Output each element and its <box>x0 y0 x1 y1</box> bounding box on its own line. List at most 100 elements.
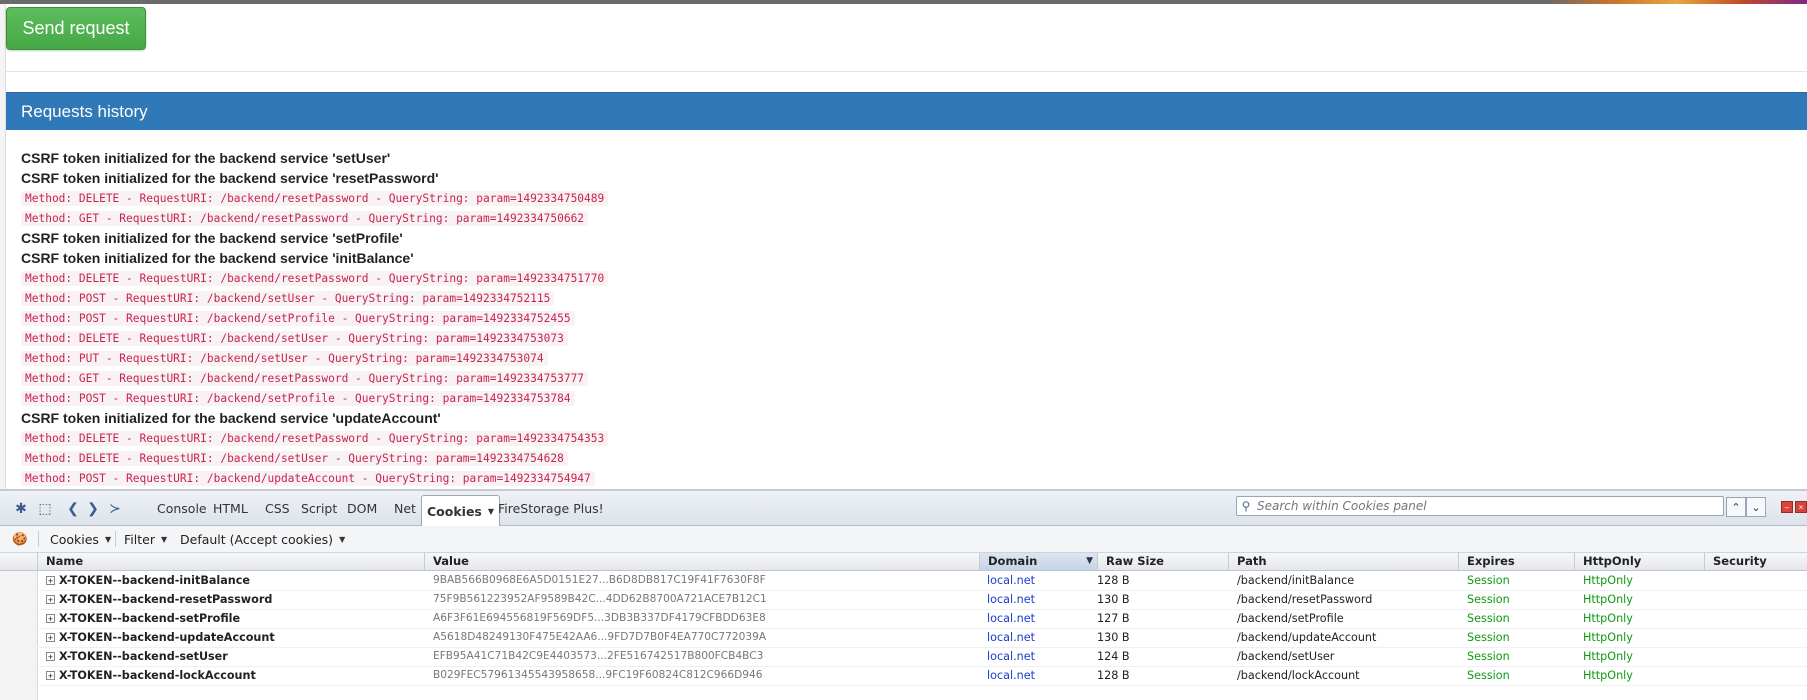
cookie-size-cell: 127 B <box>1097 612 1130 625</box>
expand-row-icon[interactable]: + <box>46 614 55 624</box>
request-log-entry: Method: GET - RequestURI: /backend/reset… <box>21 208 1807 228</box>
cookie-value-cell: 75F9B561223952AF9589B42C...4DD62B8700A72… <box>433 593 767 605</box>
cookie-jar-icon[interactable]: 🍪 <box>12 530 28 548</box>
tab-label: Cookies <box>427 503 482 519</box>
column-header-name[interactable]: Name <box>37 553 424 570</box>
cookie-name-cell: X-TOKEN--backend-setProfile <box>59 612 241 625</box>
close-icon: × <box>1798 502 1804 512</box>
tab-label: Net <box>394 501 416 516</box>
cookie-security-cell <box>1713 666 1806 685</box>
tab-css[interactable]: CSS <box>260 498 295 519</box>
tab-dom[interactable]: DOM <box>342 498 382 519</box>
column-header-label: Name <box>46 554 84 568</box>
cookies-search-box[interactable]: ⚲ <box>1236 496 1724 516</box>
tab-cookies[interactable]: Cookies ▼ <box>421 495 501 526</box>
cookies-menu[interactable]: Cookies ▼ <box>50 530 111 548</box>
cookie-value-cell: EFB95A41C71B42C9E4403573...2FE516742517B… <box>433 650 764 662</box>
cookie-path-cell: /backend/initBalance <box>1237 574 1355 587</box>
cookies-subtoolbar: 🍪 Cookies ▼ Filter ▼ Default (Accept cooki… <box>0 526 1807 553</box>
search-next-button[interactable]: ⌄ <box>1746 497 1766 517</box>
expand-row-icon[interactable]: + <box>46 633 55 643</box>
request-log-entry: Method: DELETE - RequestURI: /backend/re… <box>21 268 1807 288</box>
cookie-name-cell: X-TOKEN--backend-resetPassword <box>59 593 273 606</box>
minimize-panel-button[interactable]: – <box>1781 501 1793 513</box>
expand-row-icon[interactable]: + <box>46 671 55 681</box>
firebug-panel: ⚲ ⌃ ⌄ – × ✱ ⬚ ❮❯≻ Console HTML CSS Script DOM Ne… <box>0 489 1807 700</box>
cookie-security-cell <box>1713 628 1806 647</box>
cookies-search-input[interactable] <box>1255 498 1723 514</box>
tab-label: HTML <box>213 501 248 516</box>
firebug-menu-icon[interactable]: ✱ <box>12 500 30 516</box>
expand-row-icon[interactable]: + <box>46 576 55 586</box>
request-log-text: Method: DELETE - RequestURI: /backend/re… <box>21 270 609 286</box>
cookie-row[interactable]: + X-TOKEN--backend-updateAccount A5618D482… <box>0 628 1807 648</box>
cookie-httponly-cell: HttpOnly <box>1583 612 1633 625</box>
cookie-httponly-cell: HttpOnly <box>1583 650 1633 663</box>
cookie-security-cell <box>1713 590 1806 609</box>
inspect-icon[interactable]: ⬚ <box>36 500 54 516</box>
dropdown-icon: ▼ <box>339 534 346 544</box>
request-log-entry: Method: DELETE - RequestURI: /backend/re… <box>21 188 1807 208</box>
column-header-expires[interactable]: Expires <box>1458 553 1574 570</box>
cookie-path-cell: /backend/lockAccount <box>1237 669 1360 682</box>
cookie-domain-cell[interactable]: local.net <box>987 647 1095 666</box>
cookies-table: Name Value Domain ▼ Raw Size Path Expires HttpO… <box>0 553 1807 700</box>
request-log-entry: Method: PUT - RequestURI: /backend/setUs… <box>21 348 1807 368</box>
command-line-icon[interactable]: ≻ <box>106 500 124 516</box>
csrf-init-message: CSRF token initialized for the backend s… <box>21 230 403 246</box>
cookie-path-cell: /backend/resetPassword <box>1237 593 1373 606</box>
cookie-row[interactable]: + X-TOKEN--backend-lockAccount B029FEC5796… <box>0 666 1807 686</box>
default-accept-cookies-menu[interactable]: Default (Accept cookies) ▼ <box>180 530 345 548</box>
request-log-text: Method: GET - RequestURI: /backend/reset… <box>21 210 589 226</box>
expand-row-icon[interactable]: + <box>46 652 55 662</box>
request-log-entry: Method: POST - RequestURI: /backend/setU… <box>21 288 1807 308</box>
cookie-domain-cell[interactable]: local.net <box>987 609 1095 628</box>
column-header-path[interactable]: Path <box>1228 553 1458 570</box>
tab-html[interactable]: HTML <box>208 498 253 519</box>
request-log-entry: Method: DELETE - RequestURI: /backend/se… <box>21 328 1807 348</box>
cookie-row[interactable]: + X-TOKEN--backend-setProfile A6F3F61E6945… <box>0 609 1807 629</box>
cookie-value-cell: 9BAB566B0968E6A5D0151E27...B6D8DB817C19F… <box>433 574 766 586</box>
search-previous-button[interactable]: ⌃ <box>1726 497 1746 517</box>
column-header-domain[interactable]: Domain ▼ <box>979 553 1097 570</box>
cookie-value-cell: A6F3F61E694556819F569DF5...3DB3B337DF417… <box>433 612 766 624</box>
back-icon[interactable]: ❮ <box>64 500 82 516</box>
cookie-domain-cell[interactable]: local.net <box>987 666 1095 685</box>
cookie-row[interactable]: + X-TOKEN--backend-setUser EFB95A41C71B42C… <box>0 647 1807 667</box>
tab-net[interactable]: Net <box>389 498 421 519</box>
column-header-raw-size[interactable]: Raw Size <box>1097 553 1228 570</box>
cookie-size-cell: 130 B <box>1097 593 1130 606</box>
tab-console[interactable]: Console <box>152 498 212 519</box>
csrf-init-message: CSRF token initialized for the backend s… <box>21 170 439 186</box>
expand-row-icon[interactable]: + <box>46 595 55 605</box>
cookie-row[interactable]: + X-TOKEN--backend-resetPassword 75F9B5612… <box>0 590 1807 610</box>
request-log-entry: Method: GET - RequestURI: /backend/reset… <box>21 368 1807 388</box>
chevron-down-icon: ⌄ <box>1751 501 1761 514</box>
tab-script[interactable]: Script <box>296 498 342 519</box>
requests-history-list: CSRF token initialized for the backend s… <box>6 131 1807 487</box>
request-log-text: Method: POST - RequestURI: /backend/setU… <box>21 290 555 306</box>
tab-label: Console <box>157 501 207 516</box>
cookie-row[interactable]: + X-TOKEN--backend-initBalance 9BAB566B096… <box>0 571 1807 591</box>
filter-menu[interactable]: Filter ▼ <box>124 530 167 548</box>
cookie-expires-cell: Session <box>1467 650 1510 663</box>
cookie-domain-cell[interactable]: local.net <box>987 571 1095 590</box>
cookie-name-cell: X-TOKEN--backend-lockAccount <box>59 669 256 682</box>
column-header-security[interactable]: Security <box>1704 553 1807 570</box>
send-request-button[interactable]: Send request <box>6 7 146 50</box>
forward-icon[interactable]: ❯ <box>84 500 102 516</box>
request-log-entry: Method: POST - RequestURI: /backend/upda… <box>21 468 1807 487</box>
tab-firestorage-plus[interactable]: FireStorage Plus! <box>493 498 609 519</box>
column-header-httponly[interactable]: HttpOnly <box>1574 553 1704 570</box>
cookie-path-cell: /backend/updateAccount <box>1237 631 1377 644</box>
close-panel-button[interactable]: × <box>1795 501 1807 513</box>
cookie-domain-cell[interactable]: local.net <box>987 590 1095 609</box>
cookie-httponly-cell: HttpOnly <box>1583 631 1633 644</box>
tab-label: DOM <box>347 501 378 516</box>
request-log-text: Method: DELETE - RequestURI: /backend/se… <box>21 450 568 466</box>
column-header-label: Domain <box>988 554 1038 568</box>
sort-descending-icon: ▼ <box>1086 556 1093 566</box>
cookie-size-cell: 128 B <box>1097 669 1130 682</box>
cookie-domain-cell[interactable]: local.net <box>987 628 1095 647</box>
column-header-value[interactable]: Value <box>424 553 979 570</box>
